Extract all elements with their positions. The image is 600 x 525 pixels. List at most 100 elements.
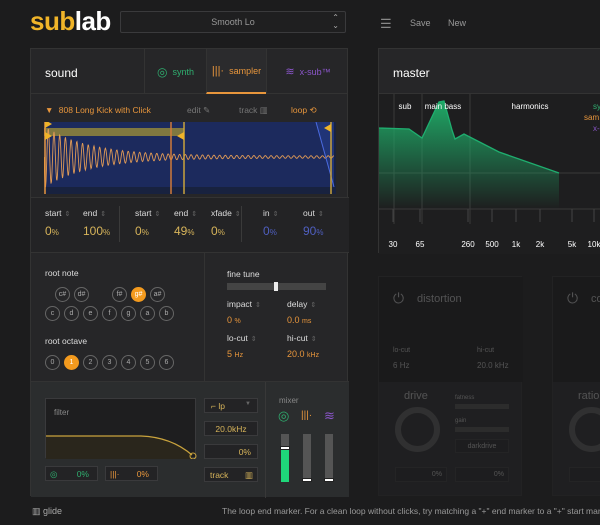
darkdrive-button[interactable]: darkdrive xyxy=(455,439,509,453)
hi-cut-value[interactable]: 20.0 kHz xyxy=(477,361,509,370)
root-octave-label: root octave xyxy=(45,336,88,346)
synth-filter-send[interactable]: ◎ 0% xyxy=(45,466,98,481)
power-icon[interactable]: ⏻ xyxy=(567,290,578,307)
power-icon[interactable]: ⏻ xyxy=(393,290,404,307)
filter-graph[interactable]: filter xyxy=(45,398,197,459)
new-button[interactable]: New xyxy=(448,18,466,28)
octave-6[interactable]: 6 xyxy=(159,355,174,370)
note-f-sharp[interactable]: f# xyxy=(112,287,127,302)
legend-2: x- xyxy=(593,124,600,133)
waveform-display[interactable] xyxy=(44,122,336,194)
loop-button[interactable]: loop ⟲ xyxy=(291,105,317,116)
freq-tick: 10k xyxy=(588,240,600,249)
tab-xsub[interactable]: ≋ x-sub™ xyxy=(266,49,349,94)
note-c[interactable]: c xyxy=(45,306,60,321)
note-a[interactable]: a xyxy=(140,306,155,321)
param-out[interactable]: out ⇕ 90% xyxy=(303,208,324,238)
menu-icon[interactable]: ☰ xyxy=(380,16,392,32)
mixer-fader-2[interactable] xyxy=(324,434,334,482)
fine-tune-slider[interactable] xyxy=(227,282,326,291)
fatness-label: fatness xyxy=(455,395,475,401)
control-delay[interactable]: delay ⇕ 0.0 ms xyxy=(287,299,316,325)
lowpass-icon: ⌐ xyxy=(211,401,216,411)
legend-1: sam xyxy=(584,113,599,122)
note-f[interactable]: f xyxy=(102,306,117,321)
tab-synth[interactable]: ◎ synth xyxy=(144,49,206,94)
filter-section: filter ⌐ lp ▼ 20.0kHz 0% track ▥ ◎ 0% |||· 0… xyxy=(31,381,349,498)
collapse-triangle-icon[interactable]: ▼ xyxy=(45,105,53,115)
lo-cut-value[interactable]: 6 Hz xyxy=(393,361,409,370)
note-d[interactable]: d xyxy=(64,306,79,321)
master-panel: master sub main bass harmonics sy sam x- 30 65 2… xyxy=(378,48,600,254)
octave-5[interactable]: 5 xyxy=(140,355,155,370)
octave-1[interactable]: 1 xyxy=(64,355,79,370)
band-label: main bass xyxy=(425,102,461,111)
edit-button[interactable]: edit ✎ xyxy=(187,105,210,116)
frequency-graph[interactable]: sub main bass harmonics sy sam x- 30 65 260 500 1k… xyxy=(379,94,600,254)
preset-selector[interactable]: Smooth Lo ⌃ ⌄ xyxy=(120,11,346,33)
darkdrive-value[interactable]: 0% xyxy=(455,467,509,482)
octave-4[interactable]: 4 xyxy=(121,355,136,370)
note-a-sharp[interactable]: a# xyxy=(150,287,165,302)
status-bar: ▥ glide The loop end marker. For a clean… xyxy=(0,500,600,525)
param-start[interactable]: start ⇕ 0% xyxy=(45,208,70,238)
mixer-label: mixer xyxy=(279,396,299,405)
param-end[interactable]: end ⇕ 49% xyxy=(174,208,197,238)
control-hi-cut[interactable]: hi-cut ⇕ 20.0 kHz xyxy=(287,333,319,359)
fatness-slider[interactable] xyxy=(455,404,509,409)
fine-tune-label: fine tune xyxy=(227,269,260,279)
sample-name[interactable]: 808 Long Kick with Click xyxy=(59,105,151,115)
synth-icon: ◎ xyxy=(50,469,58,479)
band-label: harmonics xyxy=(512,102,549,111)
octave-0[interactable]: 0 xyxy=(45,355,60,370)
sample-bar: ▼ 808 Long Kick with Click edit ✎ track … xyxy=(45,105,335,115)
gain-slider[interactable] xyxy=(455,427,509,432)
band-label: sub xyxy=(399,102,412,111)
root-note-label: root note xyxy=(45,268,79,278)
tab-sampler[interactable]: |||· sampler xyxy=(206,49,266,94)
ratio-knob[interactable] xyxy=(569,407,600,452)
resonance-field[interactable]: 0% xyxy=(204,444,258,459)
note-g[interactable]: g xyxy=(121,306,136,321)
mixer-fader-0[interactable] xyxy=(280,434,290,482)
ratio-label: ratio xyxy=(578,390,600,402)
param-end[interactable]: end ⇕ 100% xyxy=(83,208,110,238)
fine-tune-handle[interactable] xyxy=(274,282,278,291)
mixer-fader-1[interactable] xyxy=(302,434,312,482)
logo: sublab xyxy=(30,6,111,36)
note-g-sharp[interactable]: g# xyxy=(131,287,146,302)
param-in[interactable]: in ⇕ 0% xyxy=(263,208,279,238)
octave-3[interactable]: 3 xyxy=(102,355,117,370)
track-button[interactable]: track ▥ xyxy=(239,105,268,116)
filter-type-select[interactable]: ⌐ lp ▼ xyxy=(204,398,258,413)
xsub-wave-icon: ≋ xyxy=(324,408,335,423)
save-button[interactable]: Save xyxy=(410,18,431,28)
note-e[interactable]: e xyxy=(83,306,98,321)
fader-handle[interactable] xyxy=(302,477,312,482)
freq-tick: 30 xyxy=(389,240,398,249)
control-lo-cut[interactable]: lo-cut ⇕ 5 Hz xyxy=(227,333,257,359)
drive-value[interactable]: 0% xyxy=(395,467,447,482)
fader-handle[interactable] xyxy=(280,446,290,451)
control-impact[interactable]: impact ⇕ 0 % xyxy=(227,299,261,325)
chevron-updown-icon: ⌃ ⌄ xyxy=(332,13,339,30)
note-b[interactable]: b xyxy=(159,306,174,321)
drive-knob[interactable] xyxy=(395,407,440,452)
sampler-icon: |||· xyxy=(211,64,225,77)
sampler-icon: |||· xyxy=(110,469,120,479)
ratio-value[interactable]: 76 xyxy=(569,467,600,482)
cutoff-field[interactable]: 20.0kHz xyxy=(204,421,258,436)
distortion-panel: ⏻ distortion lo-cut 6 Hz hi-cut 20.0 kHz… xyxy=(378,276,523,496)
filter-track-button[interactable]: track ▥ xyxy=(204,467,258,482)
freq-tick: 1k xyxy=(512,240,521,249)
sampler-filter-send[interactable]: |||· 0% xyxy=(105,466,158,481)
glide-button[interactable]: ▥ glide xyxy=(32,506,62,517)
fader-handle[interactable] xyxy=(324,477,334,482)
param-xfade[interactable]: xfade ⇕ 0% xyxy=(211,208,241,238)
param-start[interactable]: start ⇕ 0% xyxy=(135,208,160,238)
note-d-sharp[interactable]: d# xyxy=(74,287,89,302)
loop-region[interactable] xyxy=(44,128,184,136)
note-c-sharp[interactable]: c# xyxy=(55,287,70,302)
freq-tick: 2k xyxy=(536,240,545,249)
octave-2[interactable]: 2 xyxy=(83,355,98,370)
